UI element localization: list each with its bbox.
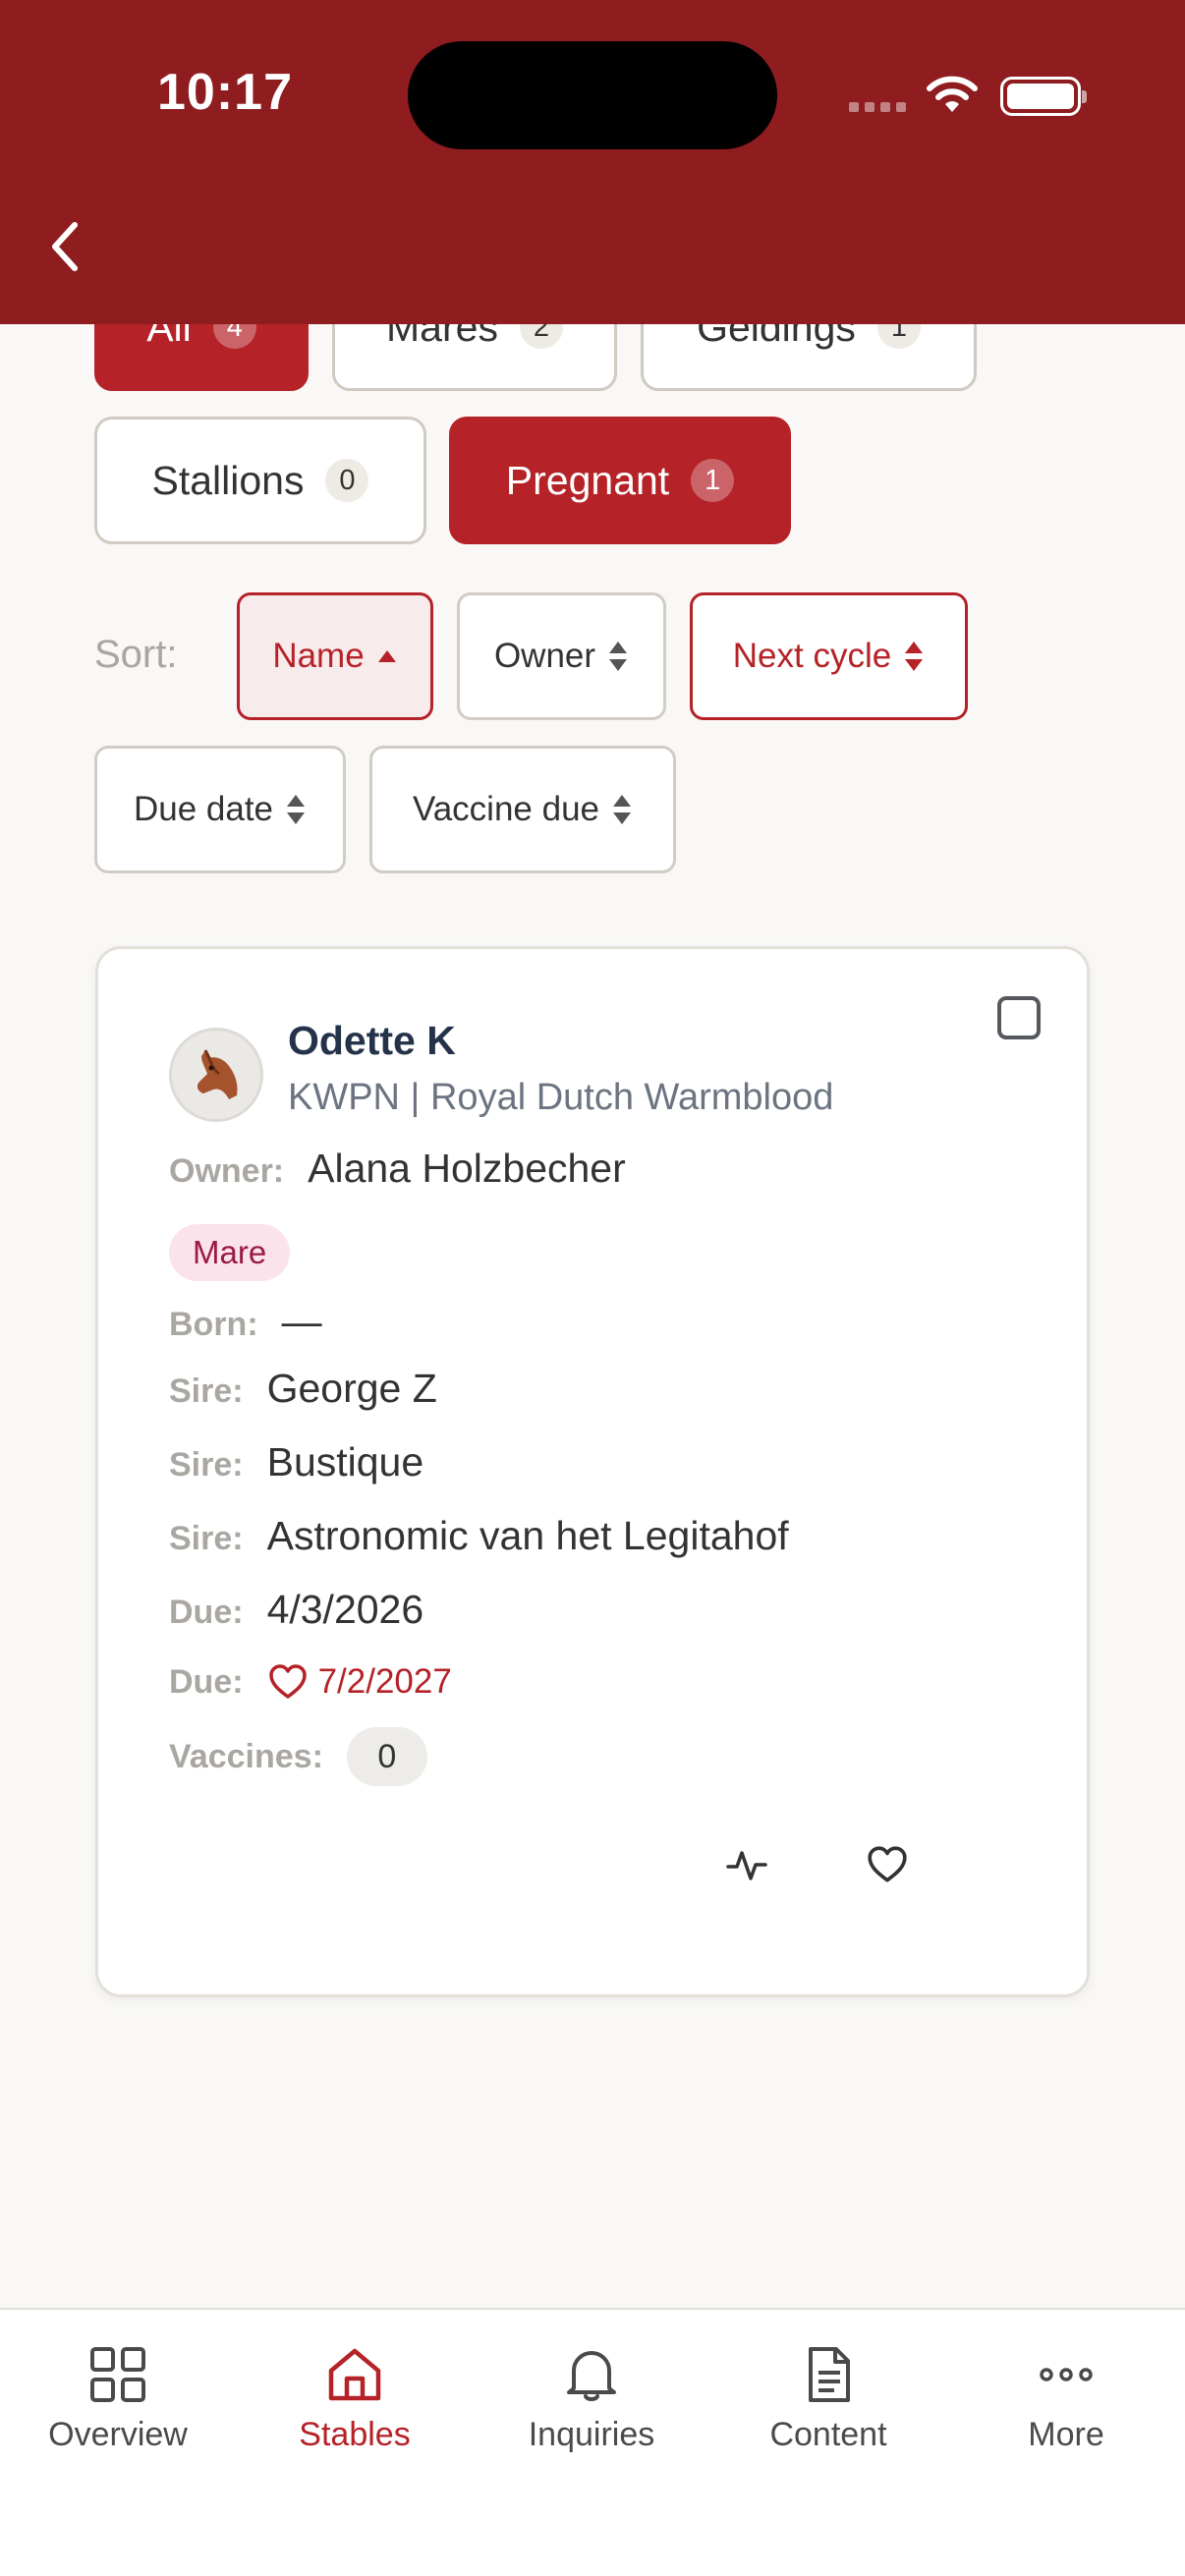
sire-label: Sire:: [169, 1372, 244, 1410]
heart-icon: [868, 1846, 907, 1882]
tab-label: Stables: [299, 2416, 411, 2453]
sire-value: Bustique: [266, 1439, 424, 1484]
more-dots-icon: [1040, 2368, 1093, 2381]
sort-icon: [905, 642, 924, 671]
document-icon: [809, 2347, 850, 2402]
tab-label: Content: [769, 2416, 887, 2453]
due-date-value: 4/3/2026: [266, 1587, 424, 1632]
tab-label: Inquiries: [528, 2416, 655, 2453]
born-value: —: [281, 1299, 322, 1344]
sire-value: Astronomic van het Legitahof: [266, 1513, 789, 1558]
owner-value: Alana Holzbecher: [308, 1146, 626, 1191]
sort-icon: [609, 642, 628, 671]
activity-icon: [726, 1851, 767, 1880]
heart-icon: [268, 1664, 307, 1699]
sort-icon: [287, 795, 306, 824]
dynamic-island: [408, 41, 777, 149]
horse-card[interactable]: Odette K KWPN | Royal Dutch Warmblood Ow…: [95, 946, 1090, 1997]
vaccines-count: 0: [346, 1727, 427, 1786]
sex-tag: Mare: [169, 1224, 291, 1281]
wifi-icon: [927, 76, 978, 112]
battery-icon: [1000, 77, 1087, 116]
filter-pregnant[interactable]: Pregnant 1: [449, 417, 791, 544]
cellular-signal-icon: [849, 102, 906, 112]
home-icon: [328, 2348, 381, 2401]
filter-label: Pregnant: [505, 457, 670, 503]
sort-due-date-button[interactable]: Due date: [94, 746, 346, 873]
filter-stallions[interactable]: Stallions 0: [94, 417, 426, 544]
tab-inquiries[interactable]: Inquiries: [474, 2345, 709, 2454]
filter-count: 0: [325, 459, 369, 502]
chevron-left-icon: [52, 222, 78, 271]
sort-owner-button[interactable]: Owner: [457, 592, 666, 720]
bell-icon: [567, 2351, 616, 2401]
tab-label: Overview: [48, 2416, 188, 2453]
foal-due-value: 7/2/2027: [317, 1662, 452, 1701]
sort-asc-icon: [377, 650, 396, 662]
owner-label: Owner:: [169, 1152, 285, 1190]
horse-breed: KWPN | Royal Dutch Warmblood: [288, 1077, 834, 1118]
sort-next-cycle-button[interactable]: Next cycle: [690, 592, 968, 720]
tab-content[interactable]: Content: [710, 2345, 946, 2454]
header-bar: 10:17: [0, 0, 1185, 324]
horse-name[interactable]: Odette K: [288, 1018, 456, 1064]
born-label: Born:: [169, 1306, 258, 1343]
tab-stables[interactable]: Stables: [237, 2345, 473, 2454]
sire-label: Sire:: [169, 1446, 244, 1484]
tab-more[interactable]: More: [948, 2345, 1184, 2454]
sire-label: Sire:: [169, 1520, 244, 1557]
grid-icon: [90, 2347, 145, 2402]
sort-label: Sort:: [94, 633, 178, 676]
filter-label: Stallions: [151, 457, 305, 503]
tab-bar: Overview Stables Inquiries Content More: [0, 2308, 1185, 2576]
sort-option-label: Owner: [493, 637, 596, 675]
favorite-button[interactable]: [858, 1835, 917, 1894]
tab-overview[interactable]: Overview: [0, 2345, 236, 2454]
vaccines-label: Vaccines:: [169, 1737, 323, 1775]
status-time: 10:17: [157, 64, 293, 121]
sort-option-label: Due date: [133, 790, 274, 828]
select-checkbox[interactable]: [997, 996, 1041, 1039]
back-button[interactable]: [35, 212, 94, 281]
sort-option-label: Next cycle: [732, 637, 892, 675]
horse-head-icon: [197, 1049, 238, 1099]
tab-label: More: [1028, 2416, 1104, 2453]
foal-due: 7/2/2027: [267, 1662, 452, 1702]
due-label: Due:: [169, 1594, 244, 1631]
sire-value: George Z: [266, 1366, 437, 1411]
horse-avatar: [169, 1028, 263, 1122]
activity-button[interactable]: [717, 1835, 776, 1894]
sort-name-button[interactable]: Name: [237, 592, 433, 720]
sort-vaccine-due-button[interactable]: Vaccine due: [369, 746, 676, 873]
sort-option-label: Vaccine due: [412, 790, 600, 828]
due-label: Due:: [169, 1662, 244, 1701]
sort-icon: [613, 795, 632, 824]
sort-option-label: Name: [272, 637, 365, 675]
filter-count: 1: [691, 459, 735, 502]
